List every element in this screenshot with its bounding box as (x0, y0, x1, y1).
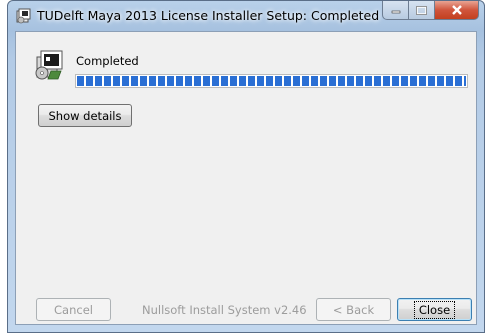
installer-icon (16, 8, 31, 24)
close-icon (451, 5, 462, 15)
progress-bar (75, 74, 468, 88)
caption-buttons (382, 1, 479, 21)
minimize-icon (391, 10, 400, 14)
window-title: TUDelft Maya 2013 License Installer Setu… (37, 8, 380, 23)
back-button[interactable]: < Back (316, 298, 391, 321)
installer-client-area: Completed Show details Cancel Nullsoft I… (15, 31, 477, 325)
installer-box-cd-icon (35, 50, 63, 80)
close-window-button[interactable] (435, 1, 479, 20)
title-bar[interactable]: TUDelft Maya 2013 License Installer Setu… (8, 1, 484, 31)
maximize-button[interactable] (409, 1, 435, 20)
close-label: Close (413, 300, 456, 319)
close-button[interactable]: Close (397, 298, 472, 321)
installer-window: TUDelft Maya 2013 License Installer Setu… (7, 0, 485, 333)
cancel-button[interactable]: Cancel (36, 298, 111, 321)
status-text: Completed (76, 54, 139, 68)
branding-text: Nullsoft Install System v2.46 (142, 303, 307, 317)
show-details-button[interactable]: Show details (38, 104, 132, 127)
cancel-label: Cancel (54, 302, 93, 317)
minimize-button[interactable] (382, 1, 409, 20)
back-label: < Back (332, 302, 375, 317)
maximize-icon (416, 5, 427, 15)
show-details-label: Show details (48, 108, 122, 123)
progress-bar-fill (77, 76, 466, 86)
